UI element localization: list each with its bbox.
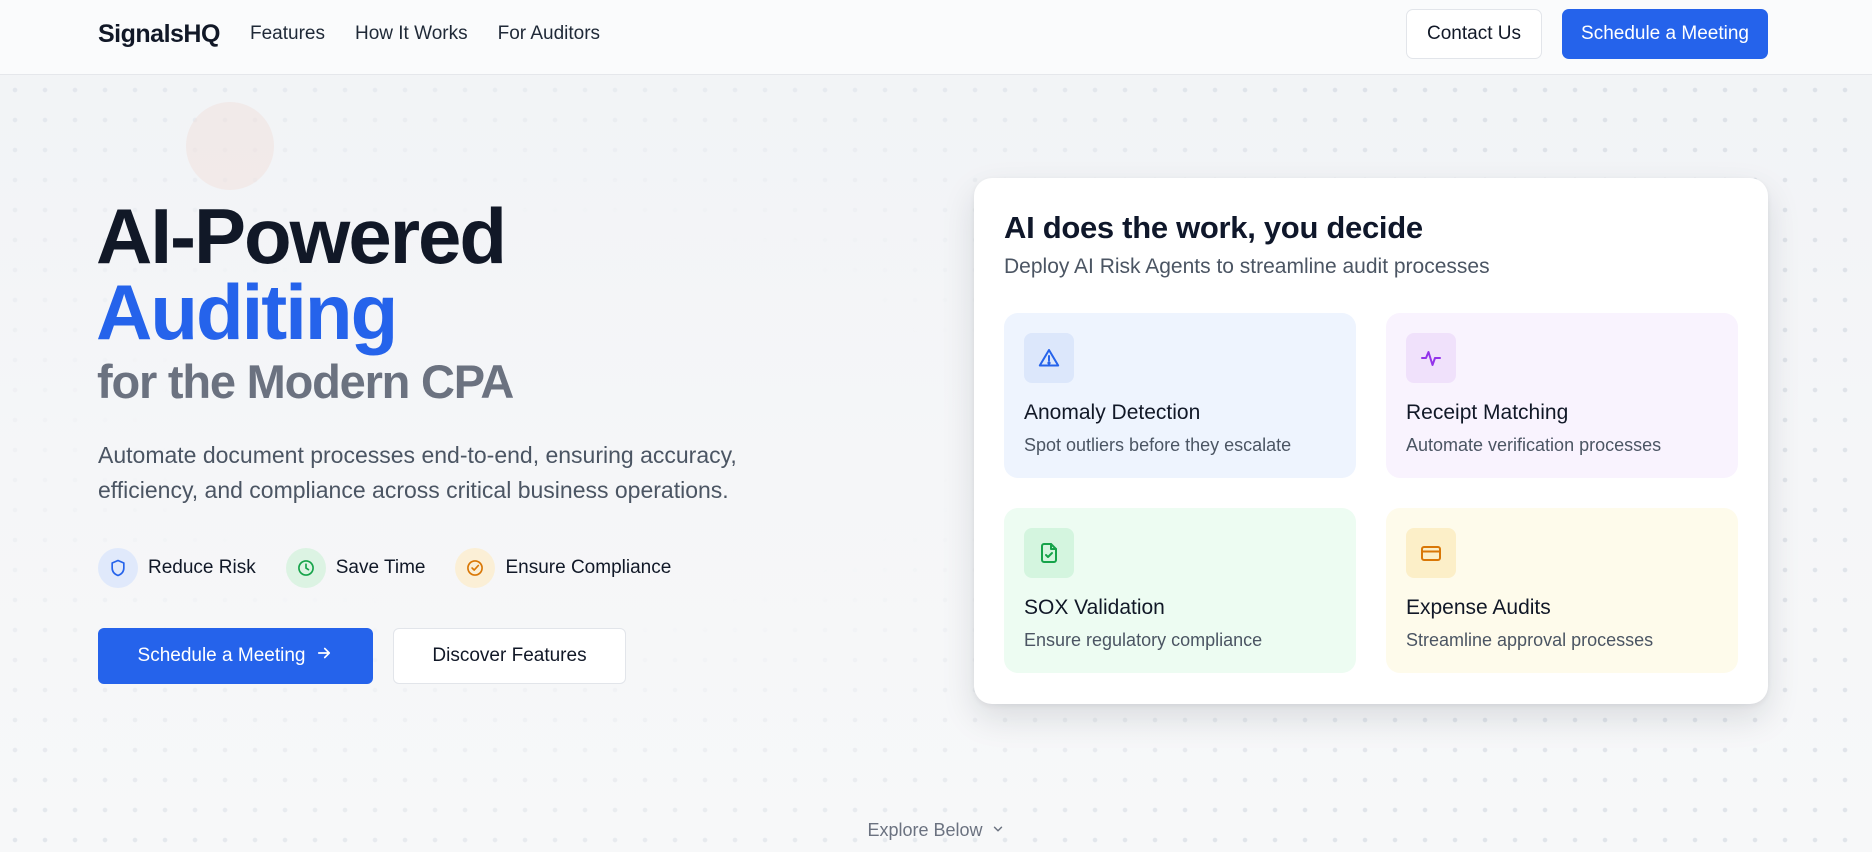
schedule-meeting-button[interactable]: Schedule a Meeting (98, 628, 373, 684)
chevron-down-icon (991, 820, 1005, 841)
clock-icon (285, 548, 326, 588)
hero-title-line1: AI-Powered (96, 192, 507, 280)
hero-title-line3: for the Modern CPA (97, 355, 514, 408)
tile-title: SOX Validation (1024, 596, 1165, 619)
ai-agents-card: AI does the work, you decide Deploy AI R… (974, 178, 1768, 704)
tile-description: Streamline approval processes (1406, 630, 1654, 650)
schedule-meeting-label: Schedule a Meeting (137, 645, 306, 666)
tile-description: Automate verification processes (1406, 435, 1662, 455)
benefit-save-time: Save Time (285, 548, 426, 588)
schedule-meeting-nav-button[interactable]: Schedule a Meeting (1562, 9, 1768, 59)
alert-triangle-icon (1024, 333, 1074, 383)
contact-us-button[interactable]: Contact Us (1406, 9, 1542, 59)
hero-description: Automate document processes end-to-end, … (98, 442, 737, 503)
tile-anomaly-detection[interactable]: Anomaly Detection Spot outliers before t… (1004, 313, 1356, 478)
benefit-list: Reduce Risk Save Time Ensure Compliance (98, 548, 701, 588)
hero-title-line2: Auditing (96, 268, 398, 356)
tile-description: Spot outliers before they escalate (1024, 435, 1292, 455)
arrow-right-icon (315, 644, 333, 668)
nav-link-features[interactable]: Features (250, 23, 325, 45)
card-subtitle: Deploy AI Risk Agents to streamline audi… (1004, 255, 1490, 278)
benefit-ensure-compliance: Ensure Compliance (455, 548, 671, 588)
benefit-label: Reduce Risk (148, 557, 256, 578)
top-navbar: SignalsHQ Features How It Works For Audi… (0, 0, 1872, 75)
landing-page: SignalsHQ Features How It Works For Audi… (0, 0, 1872, 852)
nav-links: Features How It Works For Auditors (250, 23, 600, 45)
check-circle-icon (455, 548, 496, 588)
nav-link-how-it-works[interactable]: How It Works (355, 23, 468, 45)
decorative-blob (186, 102, 274, 190)
benefit-label: Ensure Compliance (505, 557, 672, 578)
discover-features-button[interactable]: Discover Features (393, 628, 626, 684)
logo[interactable]: SignalsHQ (98, 20, 220, 49)
tile-expense-audits[interactable]: Expense Audits Streamline approval proce… (1386, 508, 1738, 673)
nav-link-for-auditors[interactable]: For Auditors (498, 23, 600, 45)
shield-icon (98, 548, 138, 588)
explore-below-link[interactable]: Explore Below (0, 820, 1872, 841)
explore-below-label: Explore Below (867, 820, 983, 840)
tile-description: Ensure regulatory compliance (1024, 630, 1263, 650)
credit-card-icon (1406, 528, 1456, 578)
tile-sox-validation[interactable]: SOX Validation Ensure regulatory complia… (1004, 508, 1356, 673)
activity-icon (1406, 333, 1456, 383)
file-check-icon (1024, 528, 1074, 578)
tile-receipt-matching[interactable]: Receipt Matching Automate verification p… (1386, 313, 1738, 478)
benefit-reduce-risk: Reduce Risk (98, 548, 256, 588)
benefit-label: Save Time (335, 557, 426, 578)
tile-title: Receipt Matching (1406, 401, 1569, 424)
tile-title: Expense Audits (1406, 596, 1551, 619)
tile-title: Anomaly Detection (1024, 401, 1201, 424)
card-title: AI does the work, you decide (1004, 210, 1423, 245)
